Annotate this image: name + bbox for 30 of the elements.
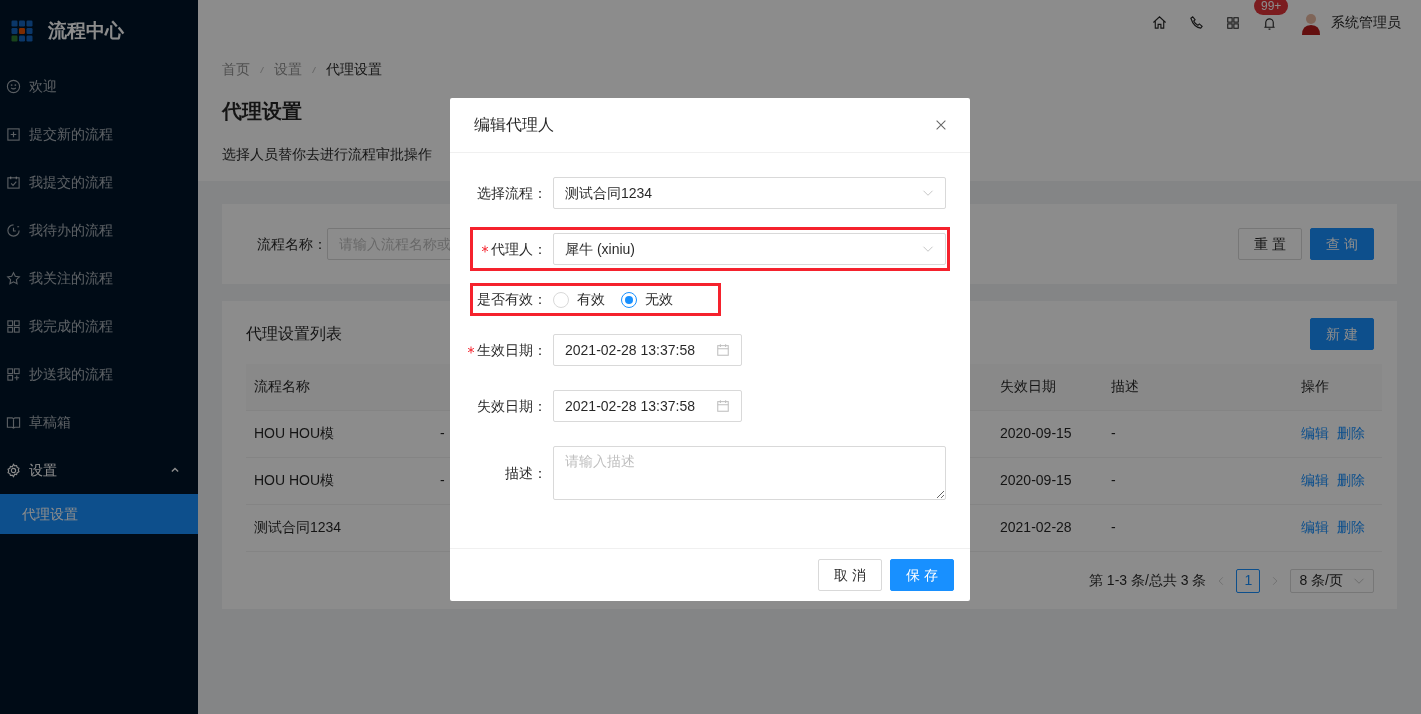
breadcrumb-item: 代理设置 (326, 60, 382, 79)
table-cell: HOU HOU模 (254, 425, 335, 441)
table-cell: - (1111, 519, 1116, 535)
table-cell: - (1111, 472, 1116, 488)
field-label: 描述： (505, 463, 547, 483)
table-cell: 测试合同1234 (254, 519, 342, 535)
table-cell: HOU HOU模 (254, 472, 335, 488)
page-title: 代理设置 (222, 99, 302, 124)
column-header: 流程名称 (254, 378, 310, 395)
search-label: 流程名称： (257, 234, 327, 254)
field-label: 失效日期： (477, 396, 547, 416)
notification-badge: 99+ (1254, 0, 1289, 15)
field-label: 代理人： (491, 239, 547, 259)
app-title: 流程中心 (48, 18, 124, 43)
table-cell: - (440, 425, 445, 441)
table-cell: - (440, 472, 445, 488)
field-label: 是否有效： (477, 290, 547, 309)
column-header: 描述 (1111, 378, 1139, 395)
table-title: 代理设置列表 (246, 324, 342, 344)
column-header: 失效日期 (1000, 378, 1056, 395)
table-cell: 2020-09-15 (1000, 472, 1072, 488)
page-description: 选择人员替你去进行流程审批操作 (222, 145, 433, 164)
field-label: 选择流程： (477, 183, 547, 203)
table-cell: 2021-02-28 (1000, 519, 1072, 535)
dialog-title: 编辑代理人 (474, 115, 554, 135)
table-cell: 2020-09-15 (1000, 425, 1072, 441)
field-label: 生效日期： (477, 340, 547, 360)
column-header: 操作 (1301, 378, 1329, 395)
table-cell: - (1111, 425, 1116, 441)
pagination-summary: 第 1-3 条/总共 3 条 (1088, 571, 1207, 590)
